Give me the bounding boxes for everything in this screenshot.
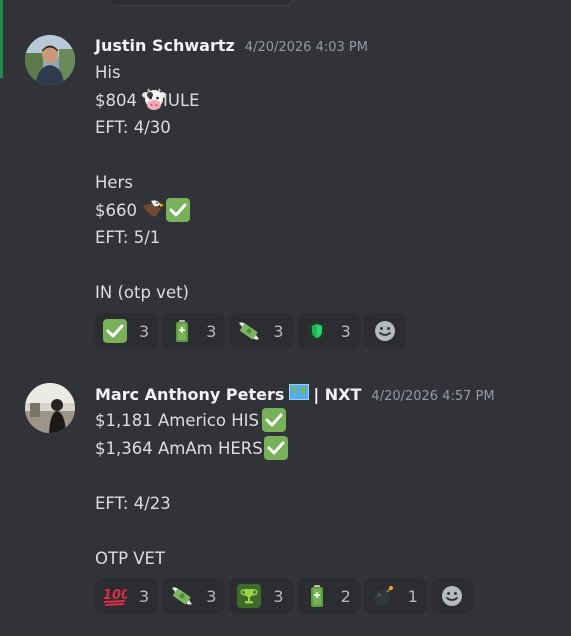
check-mark-icon <box>262 408 287 432</box>
battery-icon <box>305 584 329 608</box>
message-line: $1,181 Americo HIS <box>95 407 288 435</box>
bomb-icon <box>372 584 396 608</box>
hundred-points-icon: 100 <box>103 584 130 608</box>
reaction-money-with-wings[interactable]: 3 <box>229 313 293 349</box>
avatar[interactable] <box>25 383 75 433</box>
reaction-count: 3 <box>273 321 284 341</box>
message-line: $804 IULE <box>95 87 200 115</box>
amount-text: $804 <box>95 90 137 110</box>
plan-text: IULE <box>163 90 200 110</box>
message-line: His <box>95 63 121 82</box>
reaction-count: 3 <box>139 321 150 341</box>
message-line: $660 <box>95 197 200 225</box>
reaction-check-mark[interactable]: 3 <box>95 313 159 349</box>
check-mark-icon <box>166 197 190 222</box>
money-with-wings-icon <box>237 319 261 343</box>
message-line: EFT: 5/1 <box>95 228 161 247</box>
reaction-bomb[interactable]: 1 <box>363 578 427 614</box>
reaction-hundred-points[interactable]: 100 3 <box>95 578 159 614</box>
check-mark-icon <box>103 319 127 343</box>
reaction-trophy[interactable]: 3 <box>229 578 293 614</box>
message-text: $1,181 Americo HIS <box>95 411 260 430</box>
trophy-icon <box>237 584 262 608</box>
reaction-count: 3 <box>273 586 284 606</box>
message-line: $1,364 AmAm HERS <box>95 435 288 463</box>
reaction-battery[interactable]: 3 <box>162 313 226 349</box>
reaction-count: 3 <box>340 321 351 341</box>
battery-icon <box>170 319 194 343</box>
reaction-count: 1 <box>407 586 418 606</box>
message-line: OTP VET <box>95 548 166 568</box>
amount-text: $660 <box>95 200 137 220</box>
username[interactable]: Justin Schwartz <box>95 36 235 55</box>
smiley-icon <box>440 584 464 608</box>
timestamp[interactable]: 4/20/2026 4:03 PM <box>245 40 368 55</box>
message-line: EFT: 4/30 <box>95 118 171 137</box>
message-line: Hers <box>95 173 133 192</box>
message-content: $1,181 Americo HIS $1,364 AmAm HERS EFT:… <box>95 407 288 572</box>
message-content: His $804 IULE EFT: 4/30 Hers $660 EFT: 5/… <box>95 59 200 307</box>
world-map-icon <box>288 383 310 401</box>
check-mark-icon <box>263 435 288 460</box>
reaction-shield[interactable]: 3 <box>296 313 360 349</box>
money-with-wings-icon <box>170 584 194 608</box>
reaction-money-with-wings[interactable]: 3 <box>162 578 226 614</box>
shield-icon <box>305 319 329 343</box>
reaction-count: 3 <box>139 586 150 606</box>
message-line: IN (otp vet) <box>95 283 189 302</box>
reaction-count: 3 <box>206 321 217 341</box>
timestamp[interactable]: 4/20/2026 4:57 PM <box>371 389 494 404</box>
eagle-icon <box>141 197 164 219</box>
reaction-count: 3 <box>206 586 217 606</box>
add-reaction-button[interactable] <box>363 313 406 349</box>
reaction-count: 2 <box>340 586 351 606</box>
reactions-bar: 3 3 3 3 <box>95 313 406 349</box>
avatar[interactable] <box>25 35 75 85</box>
message-line: EFT: 4/23 <box>95 493 171 513</box>
unread-indicator <box>0 0 3 78</box>
reaction-battery[interactable]: 2 <box>296 578 360 614</box>
reactions-bar: 100 3 3 3 2 1 <box>95 578 473 614</box>
previous-element-edge <box>110 0 292 6</box>
username[interactable]: Marc Anthony Peters <box>95 385 284 404</box>
chat-view: Justin Schwartz 4/20/2026 4:03 PM His $8… <box>0 0 571 636</box>
username-tag[interactable]: | NXT <box>313 385 361 404</box>
smiley-icon <box>373 319 397 343</box>
cow-face-icon <box>141 87 166 110</box>
message-text: $1,364 AmAm HERS <box>95 438 263 458</box>
add-reaction-button[interactable] <box>430 578 473 614</box>
